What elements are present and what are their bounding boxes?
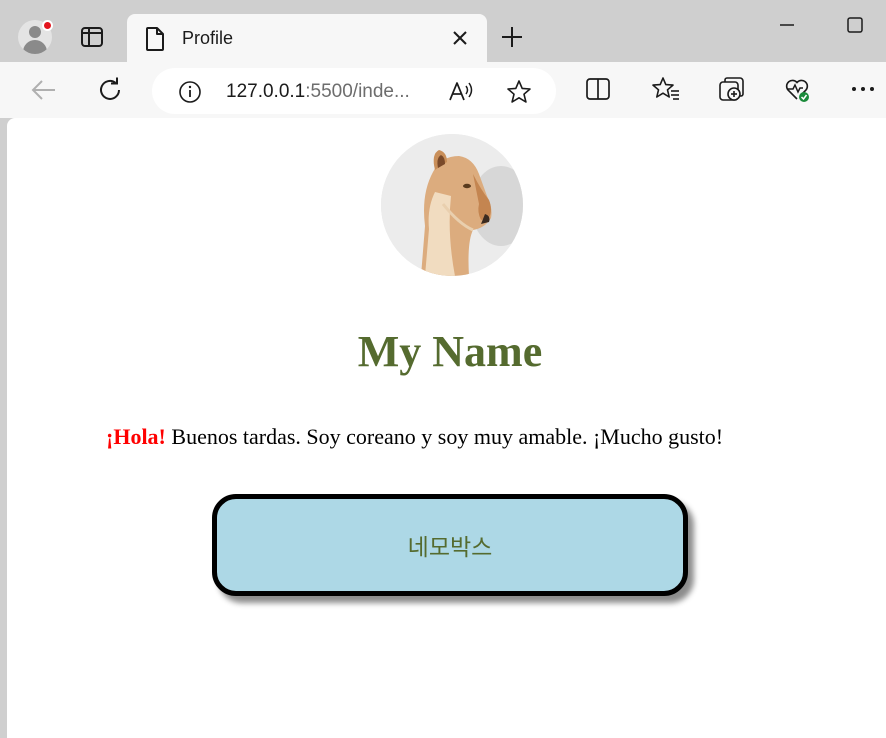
greeting-text: ¡Hola! (106, 424, 166, 449)
page-icon (146, 27, 164, 51)
url-path: :5500/inde... (305, 81, 410, 102)
nemo-box-label: 네모박스 (407, 535, 493, 561)
notification-dot (42, 20, 53, 31)
back-icon[interactable] (30, 76, 58, 104)
close-icon[interactable] (449, 27, 471, 49)
page-title: My Name (357, 327, 543, 376)
tab-title: Profile (182, 28, 234, 48)
info-icon[interactable] (178, 80, 202, 104)
url-host: 127.0.0.1 (226, 81, 306, 102)
nemo-box: 네모박스 (212, 494, 688, 596)
intro-paragraph: ¡Hola! Buenos tardas. Soy coreano y soy … (106, 424, 723, 450)
browser-essentials-icon[interactable] (784, 76, 812, 104)
url-text: 127.0.0.1:5500/inde... (226, 81, 410, 103)
refresh-icon[interactable] (96, 76, 124, 104)
tab-strip: Profile (0, 0, 886, 64)
favorites-icon[interactable] (652, 76, 680, 102)
favorite-icon[interactable] (506, 79, 532, 105)
intro-text: Buenos tardas. Soy coreano y soy muy ama… (165, 424, 724, 449)
browser-toolbar: 127.0.0.1:5500/inde... (0, 62, 886, 118)
more-icon[interactable] (850, 76, 876, 102)
new-tab-icon[interactable] (500, 25, 524, 49)
address-bar[interactable]: 127.0.0.1:5500/inde... (152, 68, 556, 114)
tab-actions-icon[interactable] (80, 26, 104, 48)
split-screen-icon[interactable] (585, 76, 611, 102)
page-viewport: My Name ¡Hola! Buenos tardas. Soy corean… (7, 118, 886, 738)
tab-profile[interactable]: Profile (127, 14, 487, 64)
read-aloud-icon[interactable] (448, 80, 474, 104)
maximize-icon[interactable] (846, 16, 864, 34)
minimize-icon[interactable] (778, 16, 796, 34)
profile-photo (381, 134, 523, 276)
collections-icon[interactable] (718, 76, 746, 104)
